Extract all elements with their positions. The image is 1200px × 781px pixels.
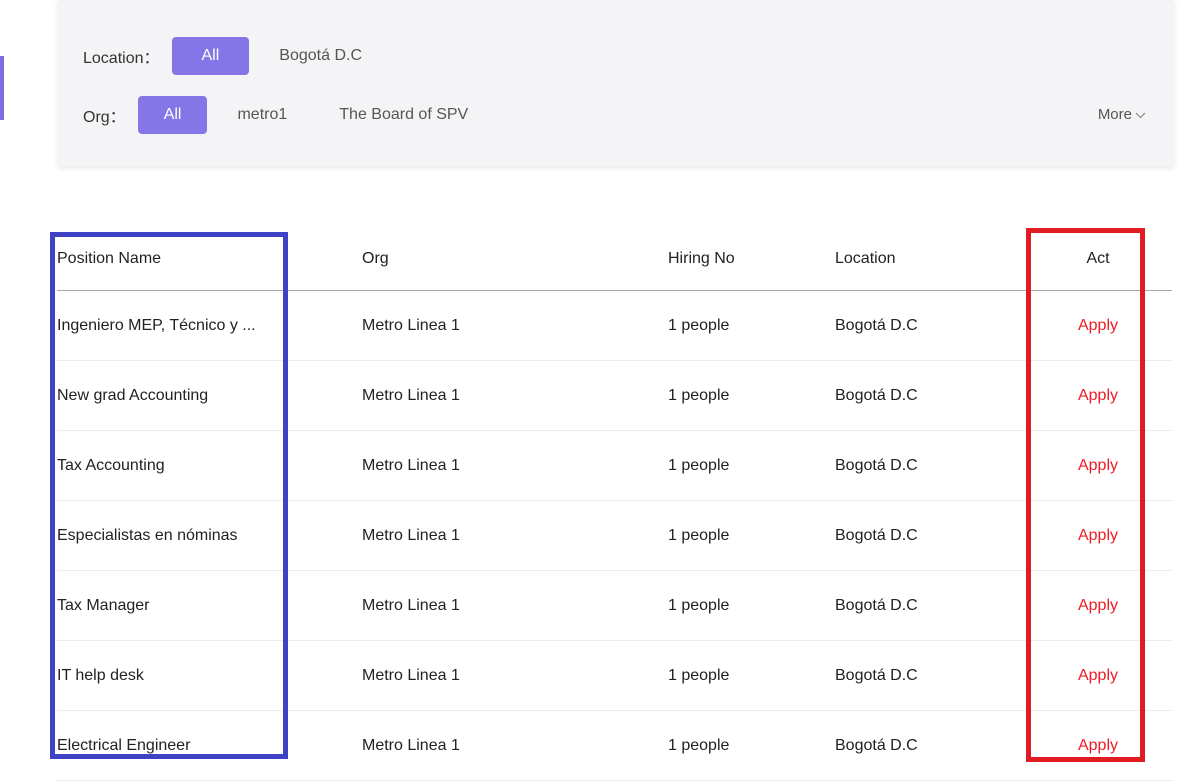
filter-panel: Location： All Bogotá D.C Org： All metro1… [58, 0, 1174, 166]
cell-hiring: 1 people [668, 596, 730, 614]
table-row: Tax Manager Metro Linea 1 1 people Bogot… [57, 571, 1172, 641]
location-filter-label: Location： [83, 50, 160, 67]
cell-hiring: 1 people [668, 666, 730, 684]
apply-button[interactable]: Apply [1078, 457, 1118, 474]
org-filter-label: Org： [83, 109, 126, 126]
cell-position: New grad Accounting [57, 386, 209, 404]
cell-org: Metro Linea 1 [362, 456, 460, 474]
header-hiring-no: Hiring No [668, 250, 735, 267]
cell-location: Bogotá D.C [835, 316, 918, 334]
cell-location: Bogotá D.C [835, 666, 918, 684]
apply-button[interactable]: Apply [1078, 317, 1118, 334]
more-label: More [1097, 106, 1132, 123]
apply-button[interactable]: Apply [1078, 527, 1118, 544]
cell-position: Especialistas en nóminas [57, 526, 238, 544]
cell-location: Bogotá D.C [835, 736, 918, 754]
cell-org: Metro Linea 1 [362, 736, 460, 754]
org-option-all[interactable]: All [137, 96, 208, 134]
table-row: Especialistas en nóminas Metro Linea 1 1… [57, 501, 1172, 571]
location-option-all[interactable]: All [171, 37, 250, 75]
cell-org: Metro Linea 1 [362, 316, 460, 334]
cell-position: Tax Accounting [57, 456, 165, 474]
positions-table: Position Name Org Hiring No Location Act… [57, 228, 1172, 781]
cell-position: Ingeniero MEP, Técnico y ... [57, 316, 256, 334]
cell-hiring: 1 people [668, 456, 730, 474]
apply-button[interactable]: Apply [1078, 667, 1118, 684]
cell-location: Bogotá D.C [835, 596, 918, 614]
cell-org: Metro Linea 1 [362, 526, 460, 544]
org-option-metro1[interactable]: metro1 [211, 96, 313, 134]
cell-location: Bogotá D.C [835, 386, 918, 404]
apply-button[interactable]: Apply [1078, 597, 1118, 614]
apply-button[interactable]: Apply [1078, 387, 1118, 404]
cell-org: Metro Linea 1 [362, 666, 460, 684]
cell-position: Tax Manager [57, 596, 150, 614]
header-org: Org [362, 250, 389, 267]
cell-position: Electrical Engineer [57, 736, 191, 754]
table-row: IT help desk Metro Linea 1 1 people Bogo… [57, 641, 1172, 711]
org-filter: Org： All metro1 The Board of SPV [83, 96, 494, 134]
table-row: Ingeniero MEP, Técnico y ... Metro Linea… [57, 291, 1172, 361]
table-row: Tax Accounting Metro Linea 1 1 people Bo… [57, 431, 1172, 501]
cell-hiring: 1 people [668, 316, 730, 334]
sidebar-active-indicator [0, 56, 4, 120]
table-header-row: Position Name Org Hiring No Location Act [57, 228, 1172, 291]
location-option-bogota[interactable]: Bogotá D.C [253, 37, 388, 75]
cell-position: IT help desk [57, 666, 144, 684]
org-option-board-of-spv[interactable]: The Board of SPV [313, 96, 494, 134]
cell-org: Metro Linea 1 [362, 596, 460, 614]
cell-location: Bogotá D.C [835, 456, 918, 474]
more-filters-button[interactable]: More [1098, 106, 1146, 123]
cell-location: Bogotá D.C [835, 526, 918, 544]
location-filter: Location： All Bogotá D.C [83, 37, 388, 75]
table-row: Electrical Engineer Metro Linea 1 1 peop… [57, 711, 1172, 781]
cell-hiring: 1 people [668, 736, 730, 754]
apply-button[interactable]: Apply [1078, 737, 1118, 754]
header-location: Location [835, 250, 896, 267]
chevron-down-icon [1135, 110, 1146, 122]
cell-hiring: 1 people [668, 386, 730, 404]
cell-hiring: 1 people [668, 526, 730, 544]
header-act: Act [1086, 250, 1110, 267]
cell-org: Metro Linea 1 [362, 386, 460, 404]
table-row: New grad Accounting Metro Linea 1 1 peop… [57, 361, 1172, 431]
header-position-name: Position Name [57, 250, 162, 267]
